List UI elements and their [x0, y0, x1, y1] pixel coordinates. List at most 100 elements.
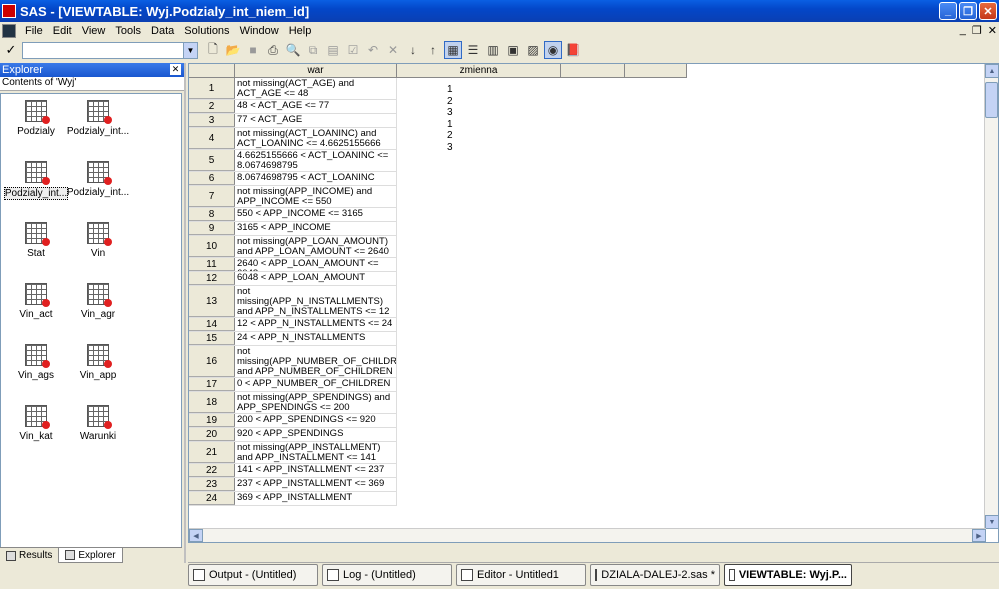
row-number[interactable]: 21	[189, 442, 235, 463]
row-number[interactable]: 14	[189, 318, 235, 331]
menu-solutions[interactable]: Solutions	[179, 25, 234, 37]
task-viewtable[interactable]: VIEWTABLE: Wyj.P...	[724, 564, 852, 586]
menu-edit[interactable]: Edit	[48, 25, 77, 37]
table-row[interactable]: 8 550 < APP_INCOME <= 3165	[189, 208, 397, 222]
save-icon[interactable]: ■	[244, 41, 262, 59]
dataset-item[interactable]: Stat	[5, 218, 67, 278]
table-row[interactable]: 9 3165 < APP_INCOME	[189, 222, 397, 236]
zmienna-value[interactable]: 3	[447, 142, 453, 153]
copy-icon[interactable]: ⧉	[304, 41, 322, 59]
dataset-item[interactable]: Vin_act	[5, 279, 67, 339]
row-number[interactable]: 6	[189, 172, 235, 185]
war-cell[interactable]: 2640 < APP_LOAN_AMOUNT <= 6048	[235, 258, 397, 271]
dataset-item[interactable]: Vin_kat	[5, 401, 67, 461]
task-log[interactable]: Log - (Untitled)	[322, 564, 452, 586]
war-cell[interactable]: 237 < APP_INSTALLMENT <= 369	[235, 478, 397, 491]
task-program-file[interactable]: DZIALA-DALEJ-2.sas *	[590, 564, 720, 586]
row-number[interactable]: 7	[189, 186, 235, 207]
sort-descending-icon[interactable]: ↑	[424, 41, 442, 59]
menu-window[interactable]: Window	[235, 25, 284, 37]
dataset-item[interactable]: Podzialy_int...	[67, 157, 129, 217]
war-cell[interactable]: not missing(APP_N_INSTALLMENTS) and APP_…	[235, 286, 397, 317]
war-cell[interactable]: 12 < APP_N_INSTALLMENTS <= 24	[235, 318, 397, 331]
child-close-button[interactable]: ✕	[988, 24, 997, 37]
zmienna-value[interactable]: 1	[447, 119, 453, 130]
war-cell[interactable]: not missing(ACT_AGE) and ACT_AGE <= 48	[235, 78, 397, 99]
table-row[interactable]: 16 not missing(APP_NUMBER_OF_CHILDREN) an…	[189, 346, 397, 378]
row-number[interactable]: 5	[189, 150, 235, 171]
row-number[interactable]: 13	[189, 286, 235, 317]
explorer-close-icon[interactable]: ✕	[170, 64, 181, 75]
dataset-item[interactable]: Vin	[67, 218, 129, 278]
war-cell[interactable]: 0 < APP_NUMBER_OF_CHILDREN	[235, 378, 397, 391]
task-editor[interactable]: Editor - Untitled1	[456, 564, 586, 586]
war-cell[interactable]: 4.6625155666 < ACT_LOANINC <= 8.06746987…	[235, 150, 397, 171]
print-icon[interactable]: ⎙	[264, 41, 282, 59]
war-cell[interactable]: not missing(APP_INCOME) and APP_INCOME <…	[235, 186, 397, 207]
dataset-item[interactable]: Podzialy	[5, 96, 67, 156]
table-row[interactable]: 1 not missing(ACT_AGE) and ACT_AGE <= 48	[189, 78, 397, 100]
row-number[interactable]: 16	[189, 346, 235, 377]
column-header-war[interactable]: war	[235, 64, 397, 78]
table-row[interactable]: 15 24 < APP_N_INSTALLMENTS	[189, 332, 397, 346]
war-cell[interactable]: not missing(APP_NUMBER_OF_CHILDREN) and …	[235, 346, 397, 377]
print-preview-icon[interactable]: 🔍	[284, 41, 302, 59]
scroll-down-icon[interactable]: ▼	[985, 515, 998, 529]
war-cell[interactable]: 8.0674698795 < ACT_LOANINC	[235, 172, 397, 185]
war-cell[interactable]: not missing(APP_SPENDINGS) and APP_SPEND…	[235, 392, 397, 413]
menu-view[interactable]: View	[77, 25, 111, 37]
war-cell[interactable]: 200 < APP_SPENDINGS <= 920	[235, 414, 397, 427]
war-cell[interactable]: not missing(ACT_LOANINC) and ACT_LOANINC…	[235, 128, 397, 149]
tab-results[interactable]: Results	[0, 548, 58, 563]
zmienna-value[interactable]: 1	[447, 84, 453, 95]
table-row[interactable]: 12 6048 < APP_LOAN_AMOUNT	[189, 272, 397, 286]
scroll-left-icon[interactable]: ◀	[189, 529, 203, 542]
menu-data[interactable]: Data	[146, 25, 179, 37]
war-cell[interactable]: not missing(APP_INSTALLMENT) and APP_INS…	[235, 442, 397, 463]
table-row[interactable]: 5 4.6625155666 < ACT_LOANINC <= 8.0674698…	[189, 150, 397, 172]
row-number[interactable]: 8	[189, 208, 235, 221]
column-header-blank[interactable]	[561, 64, 625, 78]
row-number[interactable]: 4	[189, 128, 235, 149]
war-cell[interactable]: 3165 < APP_INCOME	[235, 222, 397, 235]
row-number[interactable]: 15	[189, 332, 235, 345]
task-output[interactable]: Output - (Untitled)	[188, 564, 318, 586]
table-row[interactable]: 4 not missing(ACT_LOANINC) and ACT_LOANIN…	[189, 128, 397, 150]
table-row[interactable]: 6 8.0674698795 < ACT_LOANINC	[189, 172, 397, 186]
row-number[interactable]: 20	[189, 428, 235, 441]
war-cell[interactable]: 77 < ACT_AGE	[235, 114, 397, 127]
dataset-item[interactable]: Vin_ags	[5, 340, 67, 400]
war-cell[interactable]: 141 < APP_INSTALLMENT <= 237	[235, 464, 397, 477]
table-row[interactable]: 2 48 < ACT_AGE <= 77	[189, 100, 397, 114]
child-restore-button[interactable]: ❐	[972, 24, 982, 37]
edit-mode-icon[interactable]: ▨	[524, 41, 542, 59]
table-row[interactable]: 22 141 < APP_INSTALLMENT <= 237	[189, 464, 397, 478]
zmienna-value[interactable]: 2	[447, 130, 453, 141]
table-row[interactable]: 7 not missing(APP_INCOME) and APP_INCOME …	[189, 186, 397, 208]
war-cell[interactable]: 24 < APP_N_INSTALLMENTS	[235, 332, 397, 345]
scroll-right-icon[interactable]: ▶	[972, 529, 986, 542]
table-row[interactable]: 23 237 < APP_INSTALLMENT <= 369	[189, 478, 397, 492]
sort-ascending-icon[interactable]: ↓	[404, 41, 422, 59]
row-number[interactable]: 17	[189, 378, 235, 391]
undo-icon[interactable]: ↶	[364, 41, 382, 59]
corner-cell[interactable]	[189, 64, 235, 78]
browse-mode-icon[interactable]: ◉	[544, 41, 562, 59]
table-row[interactable]: 14 12 < APP_N_INSTALLMENTS <= 24	[189, 318, 397, 332]
row-number[interactable]: 12	[189, 272, 235, 285]
menu-file[interactable]: File	[20, 25, 48, 37]
row-number[interactable]: 10	[189, 236, 235, 257]
row-number[interactable]: 22	[189, 464, 235, 477]
checkmark-icon[interactable]: ✓	[0, 42, 22, 58]
table-row[interactable]: 19 200 < APP_SPENDINGS <= 920	[189, 414, 397, 428]
row-number[interactable]: 23	[189, 478, 235, 491]
form-view-icon[interactable]: ☰	[464, 41, 482, 59]
row-number[interactable]: 24	[189, 492, 235, 505]
minimize-button[interactable]: _	[939, 2, 957, 20]
column-header-zmienna[interactable]: zmienna	[397, 64, 561, 78]
vertical-scrollbar[interactable]: ▲ ▼	[984, 64, 998, 529]
help-book-icon[interactable]: 📕	[564, 41, 582, 59]
war-cell[interactable]: 6048 < APP_LOAN_AMOUNT	[235, 272, 397, 285]
menu-tools[interactable]: Tools	[110, 25, 146, 37]
document-window-icon[interactable]	[2, 24, 16, 38]
